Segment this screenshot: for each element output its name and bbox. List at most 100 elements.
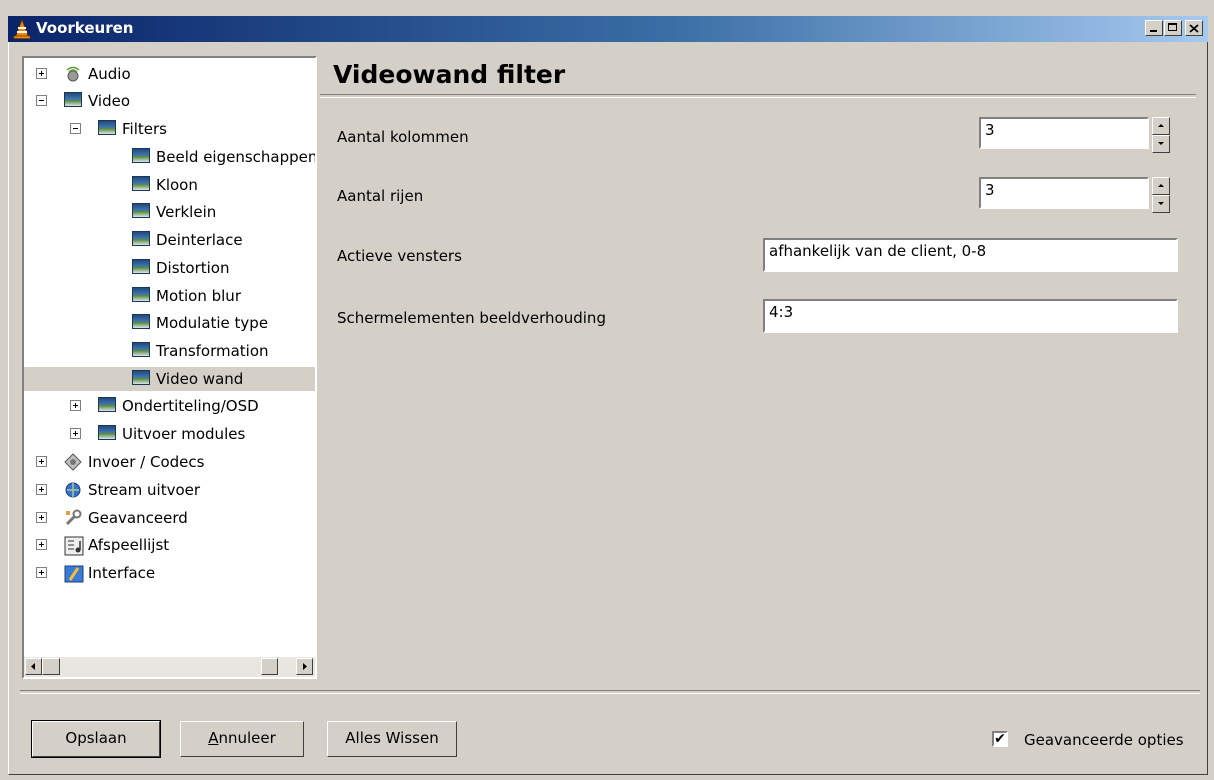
tree-item[interactable]: Video wand (24, 367, 315, 391)
close-icon (1189, 24, 1199, 33)
tree-item[interactable]: Ondertiteling/OSD (24, 394, 315, 418)
vlc-cone-icon (13, 19, 31, 39)
codecs-icon (64, 453, 82, 471)
clear-all-button[interactable]: Alles Wissen (327, 721, 457, 757)
video-icon (132, 231, 150, 247)
scroll-thumb[interactable] (42, 658, 60, 675)
save-button[interactable]: Opslaan (31, 720, 161, 758)
cancel-label-a: A (208, 729, 219, 747)
active-windows-label: Actieve vensters (337, 247, 462, 265)
title-divider (320, 94, 1196, 98)
video-icon (132, 176, 150, 192)
collapse-icon[interactable] (36, 95, 47, 106)
tree-item-label: Interface (88, 564, 156, 582)
tree-item-label: Audio (88, 65, 131, 83)
video-icon (132, 259, 150, 275)
columns-label: Aantal kolommen (337, 128, 469, 146)
rows-spin-down[interactable] (1152, 195, 1170, 213)
expand-icon[interactable] (36, 567, 47, 578)
video-icon (98, 397, 116, 413)
tree-item[interactable]: Transformation (24, 339, 315, 363)
scroll-right-button[interactable] (296, 658, 313, 675)
tree-item-label: Uitvoer modules (122, 425, 246, 443)
columns-spin-up[interactable] (1152, 117, 1170, 135)
expand-icon[interactable] (36, 68, 47, 79)
tree-item-label: Deinterlace (156, 231, 243, 249)
tree-item-label: Motion blur (156, 287, 241, 305)
expand-icon[interactable] (36, 539, 47, 550)
maximize-button[interactable] (1164, 20, 1182, 36)
tree-item-label: Video (88, 92, 131, 110)
rows-spinner[interactable] (1152, 177, 1170, 213)
close-button[interactable] (1185, 20, 1203, 36)
tree-item[interactable]: Audio (24, 62, 315, 86)
expand-icon[interactable] (36, 456, 47, 467)
category-tree[interactable]: Audio Video Filters Beeld eigenschappen Kloo… (22, 56, 317, 679)
tree-item-label: Afspeellijst (88, 536, 170, 554)
playlist-icon (64, 536, 84, 556)
advanced-options-label: Geavanceerde opties (1024, 731, 1184, 749)
tree-item[interactable]: Stream uitvoer (24, 478, 315, 502)
tree-item-label: Video wand (156, 370, 244, 388)
interface-icon (64, 564, 84, 583)
advanced-options-checkbox[interactable]: ✔ (992, 731, 1008, 747)
tree-item-label: Geavanceerd (88, 509, 188, 527)
columns-spinner[interactable] (1152, 117, 1170, 153)
tree-item-label: Verklein (156, 203, 217, 221)
tree-item[interactable]: Invoer / Codecs (24, 450, 315, 474)
rows-spin-up[interactable] (1152, 177, 1170, 195)
columns-spin-down[interactable] (1152, 135, 1170, 153)
rows-input[interactable]: 3 (979, 177, 1149, 209)
tree-item[interactable]: Distortion (24, 256, 315, 280)
panel-title: Videowand filter (333, 60, 566, 89)
tree-item[interactable]: Verklein (24, 200, 315, 224)
minimize-button[interactable] (1145, 20, 1163, 36)
tree-item-label: Modulatie type (156, 314, 269, 332)
scroll-thumb-end[interactable] (261, 658, 278, 675)
columns-input[interactable]: 3 (979, 117, 1149, 149)
cancel-label-rest: nnuleer (218, 729, 276, 747)
expand-icon[interactable] (70, 400, 81, 411)
tree-item[interactable]: Uitvoer modules (24, 422, 315, 446)
collapse-icon[interactable] (70, 123, 81, 134)
video-icon (132, 370, 150, 386)
tree-item-label: Filters (122, 120, 167, 138)
video-icon (132, 148, 150, 164)
expand-icon[interactable] (70, 428, 81, 439)
scroll-left-button[interactable] (25, 658, 42, 675)
tree-item[interactable]: Filters (24, 117, 315, 141)
tree-item[interactable]: Afspeellijst (24, 533, 315, 557)
title-bar: Voorkeuren (8, 16, 1208, 42)
window-title: Voorkeuren (36, 19, 134, 37)
rows-label: Aantal rijen (337, 187, 424, 205)
tree-item[interactable]: Interface (24, 561, 315, 585)
tree-item[interactable]: Kloon (24, 173, 315, 197)
tree-item[interactable]: Motion blur (24, 284, 315, 308)
arrow-down-icon (1158, 202, 1164, 205)
arrow-down-icon (1158, 142, 1164, 145)
tree-item-label: Distortion (156, 259, 230, 277)
video-icon (132, 342, 150, 358)
expand-icon[interactable] (36, 484, 47, 495)
tree-item-label: Stream uitvoer (88, 481, 201, 499)
tree-content: Audio Video Filters Beeld eigenschappen Kloo… (24, 58, 315, 648)
video-icon (132, 314, 150, 330)
video-icon (64, 92, 82, 108)
tree-item[interactable]: Video (24, 89, 315, 113)
tree-item[interactable]: Modulatie type (24, 311, 315, 335)
aspect-ratio-input[interactable]: 4:3 (763, 299, 1178, 333)
arrow-left-icon (31, 663, 35, 670)
video-icon (132, 287, 150, 303)
aspect-ratio-label: Schermelementen beeldverhouding (337, 309, 606, 327)
tree-item[interactable]: Beeld eigenschappen (24, 145, 315, 169)
expand-icon[interactable] (36, 512, 47, 523)
active-windows-input[interactable]: afhankelijk van de client, 0-8 (763, 238, 1178, 272)
video-icon (98, 120, 116, 136)
tree-item[interactable]: Deinterlace (24, 228, 315, 252)
tree-item-label: Ondertiteling/OSD (122, 397, 259, 415)
arrow-right-icon (303, 663, 307, 670)
cancel-button[interactable]: Annuleer (180, 721, 304, 757)
tree-horizontal-scrollbar[interactable] (24, 657, 315, 677)
tree-item[interactable]: Geavanceerd (24, 506, 315, 530)
video-icon (132, 203, 150, 219)
